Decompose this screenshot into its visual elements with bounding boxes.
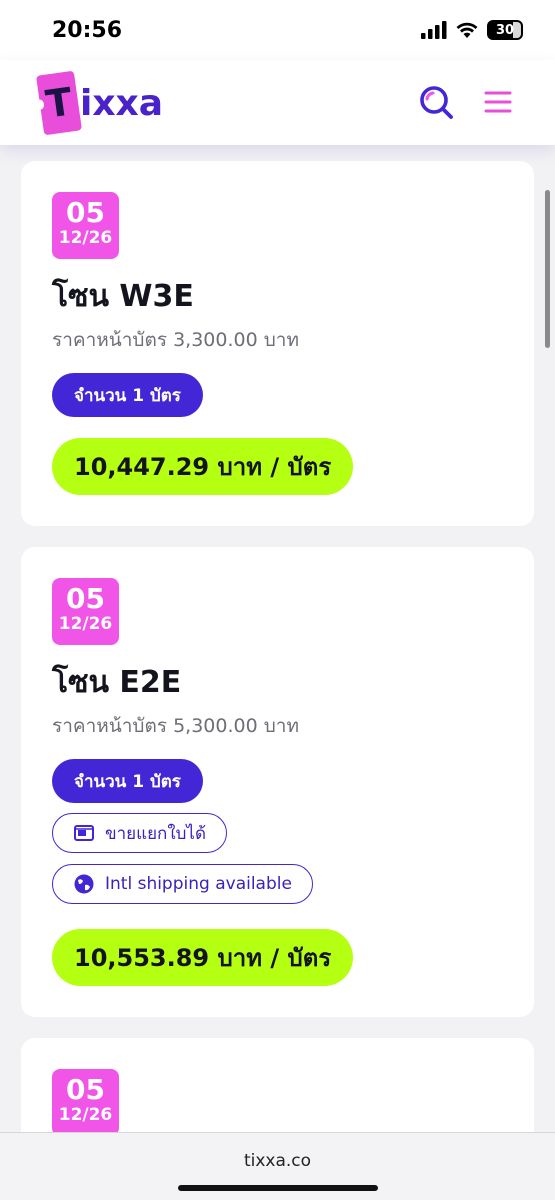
date-day: 05 [66, 196, 105, 229]
battery-icon: 30 [487, 20, 523, 40]
listing-feed: 05 12/26 โซน W3E ราคาหน้าบัตร 3,300.00 บ… [0, 145, 555, 1132]
price-button[interactable]: 10,553.89 บาท / บัตร [52, 929, 354, 986]
date-badge: 05 12/26 [52, 1069, 119, 1132]
search-icon[interactable] [418, 84, 454, 120]
url-text[interactable]: tixxa.co [0, 1151, 555, 1171]
split-sale-tag: ขายแยกใบได้ [52, 813, 228, 853]
tixxa-logo[interactable]: T ixxa [36, 68, 164, 138]
quantity-badge: จำนวน 1 บัตร [52, 373, 203, 417]
quantity-badge: จำนวน 1 บัตร [52, 759, 203, 803]
menu-icon[interactable] [484, 88, 512, 116]
status-icons: 30 [421, 20, 523, 40]
listing-card[interactable]: 05 12/26 [21, 1038, 534, 1132]
split-sale-label: ขายแยกใบได้ [105, 823, 207, 844]
zone-title: โซน W3E [52, 279, 194, 314]
listing-card[interactable]: 05 12/26 โซน W3E ราคาหน้าบัตร 3,300.00 บ… [21, 161, 534, 526]
ticket-split-icon [74, 825, 94, 841]
browser-url-bar[interactable]: tixxa.co [0, 1132, 555, 1200]
listing-card[interactable]: 05 12/26 โซน E2E ราคาหน้าบัตร 5,300.00 บ… [21, 547, 534, 1017]
status-bar: 20:56 30 [0, 0, 555, 60]
signal-icon [421, 21, 447, 39]
date-day: 05 [66, 1073, 105, 1106]
intl-shipping-label: Intl shipping available [105, 874, 292, 894]
date-month-year: 12/26 [58, 228, 113, 248]
logo-ticket-icon: T [36, 70, 82, 136]
date-badge: 05 12/26 [52, 192, 119, 259]
date-month-year: 12/26 [58, 614, 113, 634]
face-price: ราคาหน้าบัตร 3,300.00 บาท [52, 329, 299, 351]
date-day: 05 [66, 582, 105, 615]
app-header: T ixxa [0, 60, 555, 145]
date-month-year: 12/26 [58, 1105, 113, 1125]
status-time: 20:56 [52, 18, 123, 43]
date-badge: 05 12/26 [52, 578, 119, 645]
zone-title: โซน E2E [52, 665, 182, 700]
logo-text: ixxa [80, 82, 164, 124]
logo-initial: T [43, 79, 75, 127]
globe-icon [74, 874, 94, 894]
home-indicator[interactable] [178, 1185, 378, 1191]
wifi-icon [456, 22, 478, 38]
battery-level: 30 [495, 22, 515, 38]
face-price: ราคาหน้าบัตร 5,300.00 บาท [52, 715, 299, 737]
intl-shipping-tag: Intl shipping available [52, 864, 313, 904]
price-button[interactable]: 10,447.29 บาท / บัตร [52, 438, 354, 495]
scrollbar[interactable] [545, 190, 550, 348]
